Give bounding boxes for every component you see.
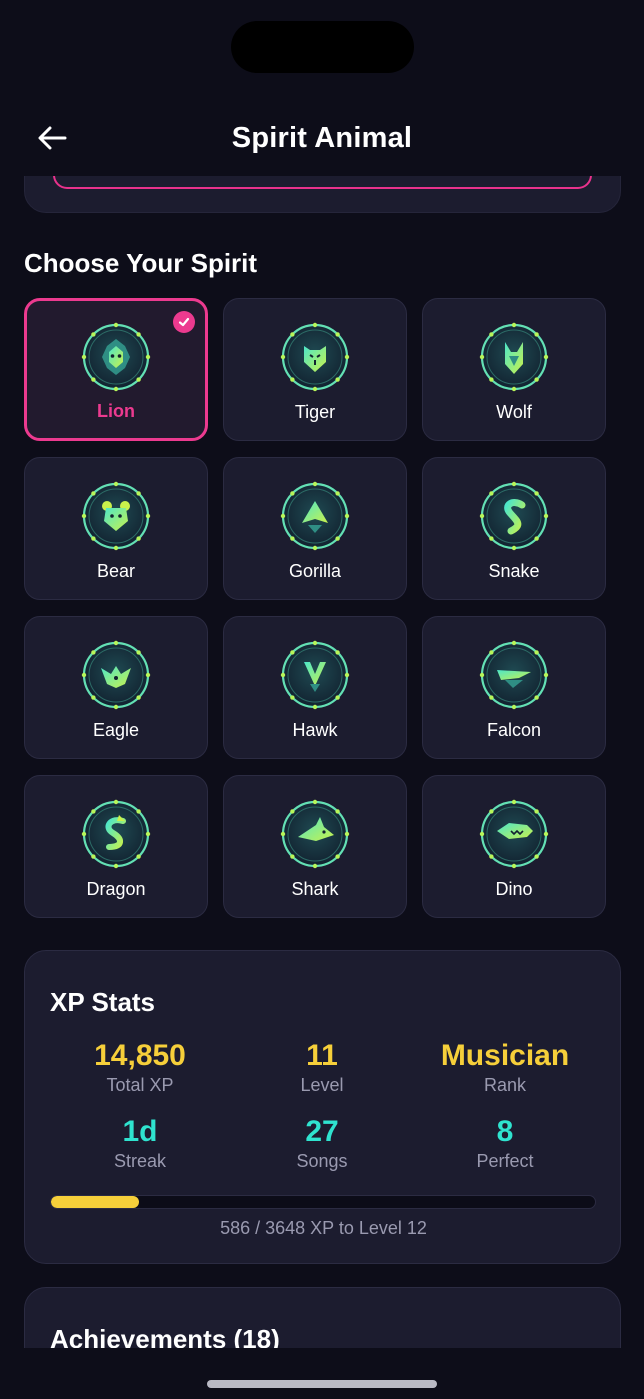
stat-total-xp: 14,850 Total XP xyxy=(45,1039,235,1096)
stat-level: 11 Level xyxy=(227,1039,417,1096)
spirit-card-eagle[interactable]: Eagle xyxy=(24,616,208,759)
spirit-label: Shark xyxy=(291,879,339,899)
spirit-label: Bear xyxy=(96,561,136,581)
xp-progress-text: 586 / 3648 XP to Level 12 xyxy=(220,1218,427,1238)
achievements-card[interactable]: Achievements (18) xyxy=(24,1287,621,1348)
stat-streak: 1d Streak xyxy=(45,1115,235,1172)
stat-label: Total XP xyxy=(106,1075,174,1095)
spirit-label: Dragon xyxy=(86,879,146,899)
stat-songs: 27 Songs xyxy=(227,1115,417,1172)
stat-label: Songs xyxy=(296,1151,348,1171)
spirit-card-dragon[interactable]: Dragon xyxy=(24,775,208,918)
spirit-card-wolf[interactable]: Wolf xyxy=(422,298,606,441)
highlighted-field-edge xyxy=(53,176,592,189)
bear-icon xyxy=(81,481,151,551)
xp-progress-fill xyxy=(51,1196,139,1208)
section-title: Choose Your Spirit xyxy=(24,248,258,278)
spirit-label: Gorilla xyxy=(288,561,341,581)
spirit-card-shark[interactable]: Shark xyxy=(223,775,407,918)
spirit-label: Hawk xyxy=(292,720,338,740)
spirit-card-gorilla[interactable]: Gorilla xyxy=(223,457,407,600)
eagle-icon xyxy=(81,640,151,710)
spirit-card-dino[interactable]: Dino xyxy=(422,775,606,918)
dino-icon xyxy=(479,799,549,869)
spirit-label: Lion xyxy=(97,401,135,421)
spirit-label: Eagle xyxy=(92,720,140,740)
tiger-icon xyxy=(280,322,350,392)
stat-label: Level xyxy=(300,1075,344,1095)
stat-value: 1d xyxy=(122,1115,158,1148)
scroll-content[interactable]: Choose Your Spirit Lion Tiger Wolf Bear … xyxy=(0,176,644,1348)
stat-value: 14,850 xyxy=(94,1039,186,1072)
arrow-left-icon xyxy=(38,126,67,150)
app-header: Spirit Animal xyxy=(0,100,644,176)
home-indicator[interactable] xyxy=(207,1380,437,1388)
spirit-label: Tiger xyxy=(294,402,336,422)
spirit-card-snake[interactable]: Snake xyxy=(422,457,606,600)
spirit-label: Snake xyxy=(488,561,540,581)
xp-stats-card: XP Stats 14,850 Total XP 11 Level Musici… xyxy=(24,950,621,1264)
spirit-label: Falcon xyxy=(486,720,542,740)
gorilla-icon xyxy=(280,481,350,551)
snake-icon xyxy=(479,481,549,551)
dragon-icon xyxy=(81,799,151,869)
stat-label: Perfect xyxy=(476,1151,534,1171)
spirit-card-lion[interactable]: Lion xyxy=(24,298,208,441)
dynamic-island xyxy=(231,21,414,73)
stat-label: Streak xyxy=(113,1151,167,1171)
spirit-card-hawk[interactable]: Hawk xyxy=(223,616,407,759)
falcon-icon xyxy=(479,640,549,710)
stat-perfect: 8 Perfect xyxy=(410,1115,600,1172)
stat-value: 11 xyxy=(306,1039,338,1072)
stat-rank: Musician Rank xyxy=(410,1039,600,1096)
stat-label: Rank xyxy=(483,1075,527,1095)
spirit-card-tiger[interactable]: Tiger xyxy=(223,298,407,441)
xp-stats-title: XP Stats xyxy=(50,987,156,1017)
checkmark-icon xyxy=(173,311,195,333)
page-title: Spirit Animal xyxy=(231,121,413,154)
spirit-grid: Lion Tiger Wolf Bear Gorilla Snake Eagle… xyxy=(24,298,606,918)
previous-card xyxy=(24,176,621,213)
stat-value: 27 xyxy=(305,1115,339,1148)
spirit-card-falcon[interactable]: Falcon xyxy=(422,616,606,759)
spirit-card-bear[interactable]: Bear xyxy=(24,457,208,600)
stat-value: 8 xyxy=(496,1115,514,1148)
shark-icon xyxy=(280,799,350,869)
xp-progress-bar xyxy=(50,1195,596,1209)
spirit-label: Wolf xyxy=(496,402,532,422)
lion-icon xyxy=(81,322,151,392)
back-button[interactable] xyxy=(30,118,74,158)
achievements-title: Achievements (18) xyxy=(50,1324,280,1348)
hawk-icon xyxy=(280,640,350,710)
screen: Spirit Animal Choose Your Spirit Lion Ti… xyxy=(0,0,644,1399)
spirit-label: Dino xyxy=(495,879,533,899)
stat-value: Musician xyxy=(440,1039,570,1072)
wolf-icon xyxy=(479,322,549,392)
